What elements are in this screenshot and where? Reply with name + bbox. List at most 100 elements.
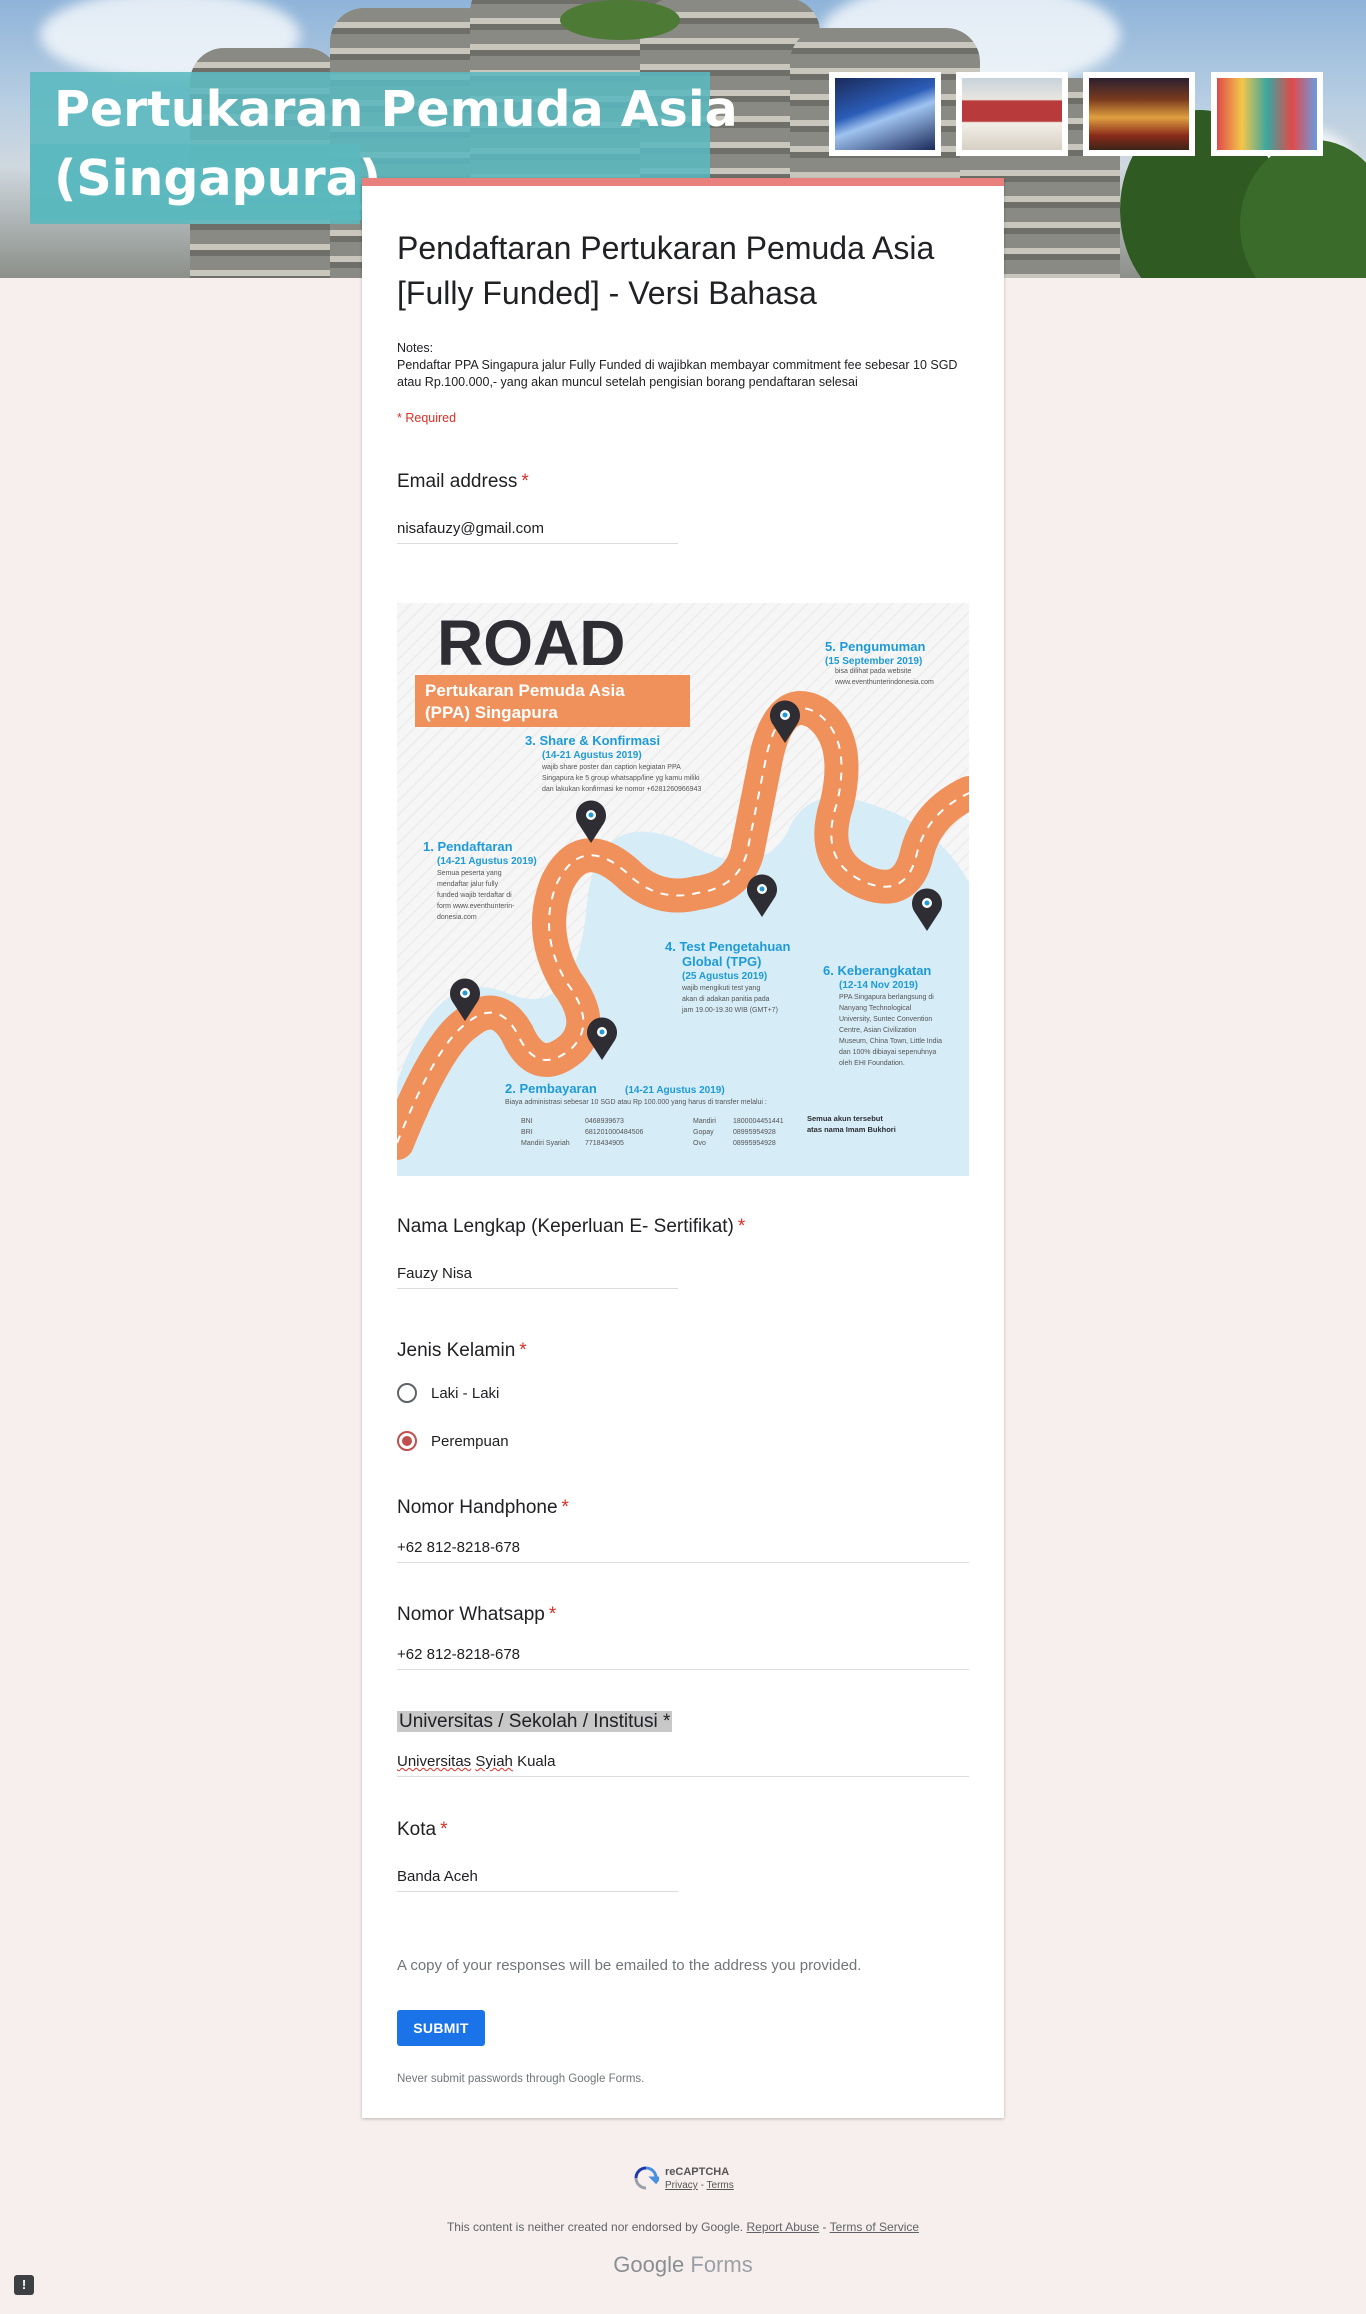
road-infographic: ROAD Pertukaran Pemuda Asia (PPA) Singap… bbox=[397, 603, 969, 1176]
radio-option-label: Perempuan bbox=[431, 1432, 509, 1450]
step-title: Global (TPG) bbox=[682, 954, 761, 969]
question-handphone: Nomor Handphone * bbox=[397, 1497, 569, 1519]
step-description: Nanyang Technological bbox=[839, 1005, 912, 1012]
handphone-field[interactable]: +62 812-8218-678 bbox=[397, 1539, 969, 1563]
footer-separator: - bbox=[819, 2220, 830, 2234]
recaptcha-links: Privacy - Terms bbox=[665, 2180, 734, 2191]
accounts-note-line1: Semua akun tersebut bbox=[807, 1114, 883, 1123]
bank-account-cell: 7718434905 bbox=[585, 1140, 624, 1147]
google-forms-logo[interactable]: Google Forms bbox=[0, 2252, 1366, 2278]
question-whatsapp: Nomor Whatsapp * bbox=[397, 1604, 556, 1626]
value-word: Kuala bbox=[517, 1753, 556, 1770]
required-star: * bbox=[519, 1340, 527, 1361]
question-jenis-kelamin: Jenis Kelamin * bbox=[397, 1340, 527, 1362]
email-field[interactable]: nisafauzy@gmail.com bbox=[397, 520, 678, 544]
bank-account-cell: BNI bbox=[521, 1118, 533, 1125]
question-universitas-label-highlighted: Universitas / Sekolah / Institusi * bbox=[397, 1711, 673, 1732]
step-title: 6. Keberangkatan bbox=[823, 963, 931, 978]
recaptcha-terms-link[interactable]: Terms bbox=[707, 2180, 734, 2191]
step-description: University, Suntec Convention bbox=[839, 1016, 932, 1023]
bank-account-cell: Mandiri bbox=[693, 1118, 716, 1125]
step-description: mendaftar jalur fully bbox=[437, 881, 499, 888]
banner-photo-temple bbox=[1083, 72, 1195, 156]
radio-button[interactable] bbox=[397, 1383, 417, 1403]
step-description: jam 19.00-19.30 WIB (GMT+7) bbox=[681, 1007, 778, 1014]
step-description: Semua peserta yang bbox=[437, 870, 502, 877]
question-handphone-label: Nomor Handphone bbox=[397, 1497, 558, 1518]
bank-account-cell: Gopay bbox=[693, 1129, 714, 1136]
spellcheck-word: Universitas bbox=[397, 1753, 472, 1770]
disclaimer-text: This content is neither created nor endo… bbox=[446, 2220, 744, 2234]
step-date: (14-21 Agustus 2019) bbox=[542, 750, 642, 761]
required-star: * bbox=[440, 1819, 448, 1840]
password-warning: Never submit passwords through Google Fo… bbox=[397, 2073, 645, 2085]
question-kota: Kota * bbox=[397, 1819, 448, 1841]
question-jenis-kelamin-label: Jenis Kelamin bbox=[397, 1340, 516, 1361]
submit-button[interactable]: SUBMIT bbox=[397, 2010, 485, 2046]
question-email: Email address * bbox=[397, 471, 529, 493]
step-title: 4. Test Pengetahuan bbox=[665, 939, 791, 954]
step-description: akan di adakan panitia pada bbox=[682, 996, 770, 1003]
bank-account-cell: 08995954928 bbox=[733, 1129, 776, 1136]
step-date: (14-21 Agustus 2019) bbox=[625, 1085, 725, 1096]
step-date: (15 September 2019) bbox=[825, 656, 922, 667]
bank-account-cell: 1800004451441 bbox=[733, 1118, 784, 1125]
radio-option-perempuan[interactable]: Perempuan bbox=[397, 1431, 509, 1451]
step-description: oleh EHI Foundation. bbox=[839, 1060, 905, 1067]
required-star: * bbox=[548, 1604, 557, 1625]
banner-tree bbox=[560, 0, 680, 40]
recaptcha-badge: reCAPTCHA Privacy - Terms bbox=[633, 2165, 734, 2191]
step-date: (14-21 Agustus 2019) bbox=[437, 856, 537, 867]
step-description: dan lakukan konfirmasi ke nomor +6281260… bbox=[542, 786, 701, 793]
question-nama: Nama Lengkap (Keperluan E- Sertifikat) * bbox=[397, 1216, 745, 1238]
radio-option-label: Laki - Laki bbox=[431, 1384, 500, 1402]
accounts-note-line2: atas nama Imam Bukhori bbox=[807, 1125, 896, 1134]
bank-account-cell: 681201000484506 bbox=[585, 1129, 644, 1136]
step-title: 2. Pembayaran bbox=[505, 1081, 597, 1096]
step-title: 1. Pendaftaran bbox=[423, 839, 513, 854]
question-universitas-label: Universitas / Sekolah / Institusi bbox=[399, 1711, 658, 1732]
universitas-field[interactable]: Universitas Syiah Kuala bbox=[397, 1753, 969, 1777]
road-infographic-image: ROAD Pertukaran Pemuda Asia (PPA) Singap… bbox=[397, 603, 969, 1176]
form-title: Pendaftaran Pertukaran Pemuda Asia [Full… bbox=[397, 230, 935, 311]
recaptcha-privacy-link[interactable]: Privacy bbox=[665, 2180, 698, 2191]
step-title: 5. Pengumuman bbox=[825, 639, 925, 654]
terms-of-service-link[interactable]: Terms of Service bbox=[830, 2220, 919, 2234]
step-description: donesia.com bbox=[437, 914, 477, 921]
recaptcha-separator: - bbox=[697, 2180, 707, 2191]
infographic-banner-line2: (PPA) Singapura bbox=[425, 703, 558, 722]
step-description: form www.eventhunterin- bbox=[437, 903, 515, 910]
step-description: Singapura ke 5 group whatsapp/line yg ka… bbox=[542, 775, 700, 782]
required-star: * bbox=[663, 1711, 671, 1732]
whatsapp-field[interactable]: +62 812-8218-678 bbox=[397, 1646, 969, 1670]
notes-text: Pendaftar PPA Singapura jalur Fully Fund… bbox=[397, 358, 958, 389]
step-description: Biaya administrasi sebesar 10 SGD atau R… bbox=[505, 1099, 767, 1106]
step-date: (12-14 Nov 2019) bbox=[839, 980, 918, 991]
step-description: Centre, Asian Civilization bbox=[839, 1027, 917, 1034]
feedback-icon[interactable]: ! bbox=[14, 2275, 34, 2295]
banner-photo-museum bbox=[956, 72, 1068, 156]
radio-button-selected[interactable] bbox=[397, 1431, 417, 1451]
report-abuse-link[interactable]: Report Abuse bbox=[747, 2220, 820, 2234]
step-description: bisa dilihat pada website bbox=[835, 668, 911, 675]
question-kota-label: Kota bbox=[397, 1819, 437, 1840]
question-email-label: Email address bbox=[397, 471, 518, 492]
bank-account-cell: 08995954928 bbox=[733, 1140, 776, 1147]
step-description: www.eventhunterindonesia.com bbox=[834, 679, 934, 686]
footer-disclaimer: This content is neither created nor endo… bbox=[0, 2220, 1366, 2234]
kota-field[interactable]: Banda Aceh bbox=[397, 1868, 678, 1892]
google-wordmark: Google bbox=[613, 2252, 685, 2277]
spellcheck-word: Syiah bbox=[475, 1753, 513, 1770]
nama-field[interactable]: Fauzy Nisa bbox=[397, 1265, 678, 1289]
form-card: Pendaftaran Pertukaran Pemuda Asia [Full… bbox=[362, 178, 1004, 2118]
form-description: Notes: Pendaftar PPA Singapura jalur Ful… bbox=[397, 340, 977, 391]
recaptcha-label: reCAPTCHA bbox=[665, 2166, 730, 2178]
step-description: dan 100% dibiayai sepenuhnya bbox=[839, 1049, 936, 1056]
bank-account-cell: Mandiri Syariah bbox=[521, 1140, 570, 1147]
radio-option-laki-laki[interactable]: Laki - Laki bbox=[397, 1383, 499, 1403]
required-star: * bbox=[521, 471, 529, 492]
recaptcha-icon bbox=[634, 2166, 659, 2190]
forms-wordmark: Forms bbox=[690, 2252, 753, 2277]
notes-label: Notes: bbox=[397, 341, 434, 355]
banner-photo-gallery bbox=[829, 72, 941, 156]
